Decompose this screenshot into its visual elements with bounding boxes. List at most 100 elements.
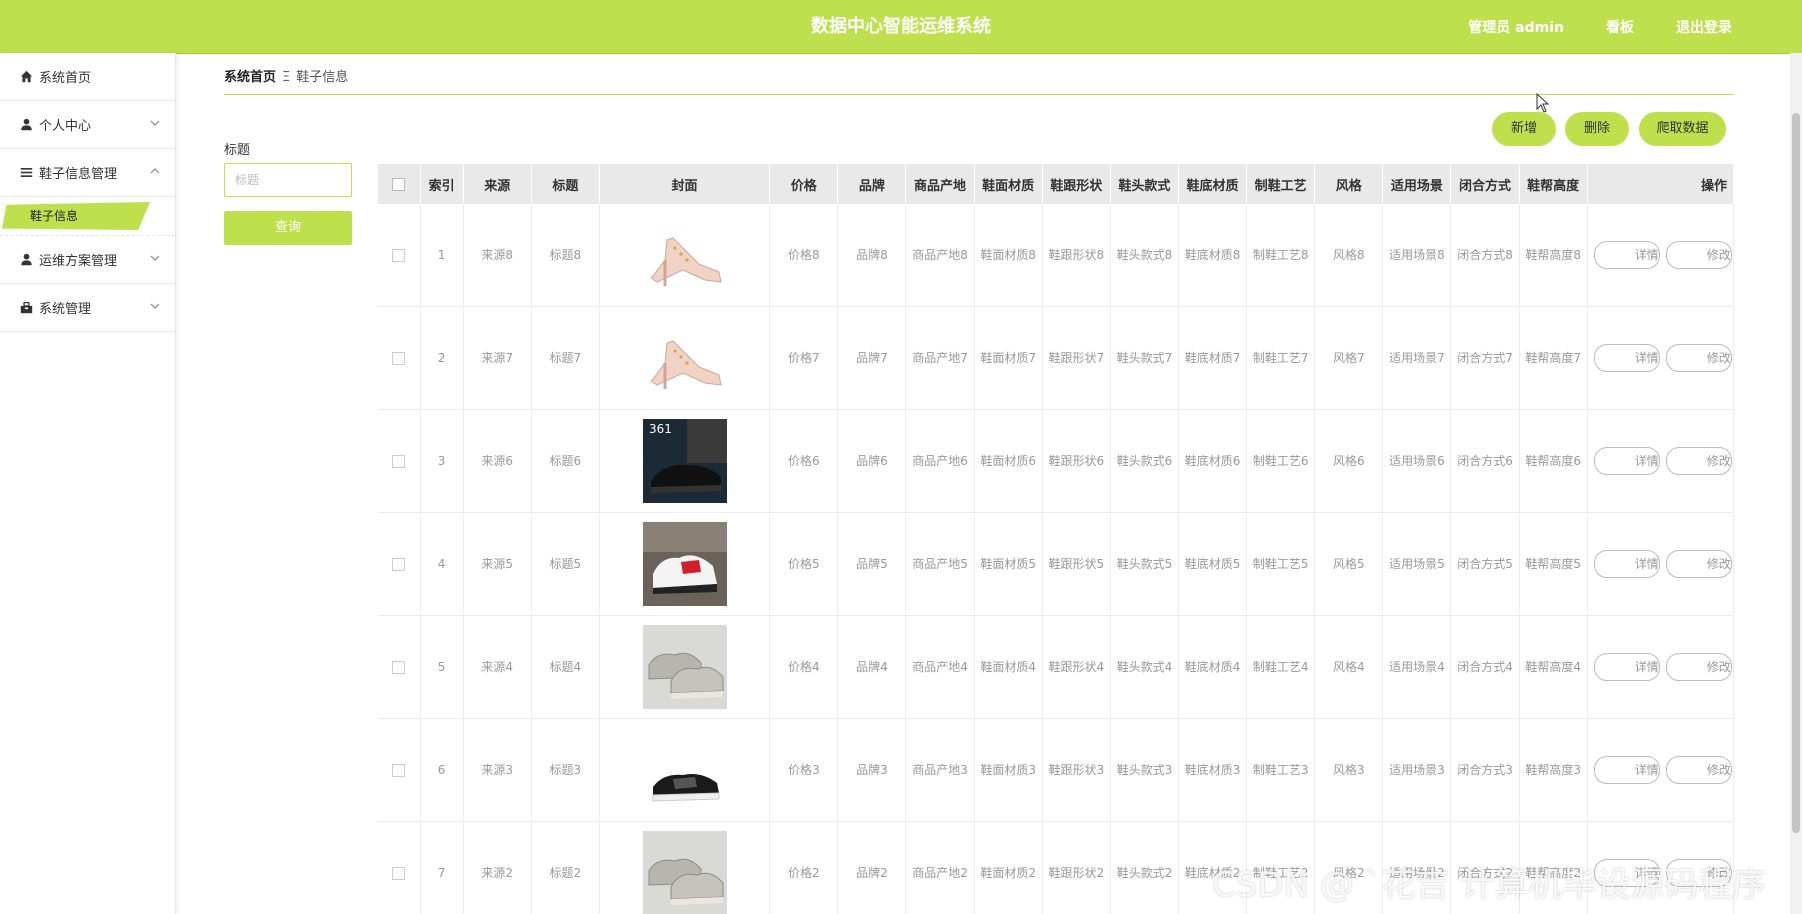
list-icon xyxy=(20,168,33,177)
cell-price: 价格6 xyxy=(769,409,839,513)
cell-origin: 商品产地8 xyxy=(905,204,975,307)
sidebar-item-personal[interactable]: 个人中心 xyxy=(0,101,175,149)
cell-toe: 鞋头款式8 xyxy=(1110,204,1179,307)
edit-button[interactable]: 修改 xyxy=(1665,756,1732,784)
row-checkbox[interactable] xyxy=(392,661,406,674)
row-select-cell[interactable] xyxy=(378,615,421,719)
table-row: 5 来源4 标题4 价格4 品牌4 商品产地4 鞋面材质4 鞋跟形状4 鞋头款式4 鞋底材质4 制鞋… xyxy=(378,615,1734,719)
sidebar-item-system[interactable]: 系统管理 xyxy=(0,284,175,332)
cell-brand: 品牌2 xyxy=(837,821,907,914)
edit-button[interactable]: 修改 xyxy=(1665,447,1732,475)
select-all-checkbox[interactable] xyxy=(392,177,406,191)
cell-upper: 鞋面材质5 xyxy=(974,512,1043,616)
title-search-input[interactable] xyxy=(224,163,352,197)
detail-button[interactable]: 详情 xyxy=(1593,756,1660,784)
shoe-table: 索引 来源 标题 封面 价格 品牌 商品产地 鞋面材质 鞋跟形状 鞋头款式 鞋底… xyxy=(378,164,1734,914)
cell-brand: 品牌7 xyxy=(837,306,907,410)
cell-closure: 闭合方式8 xyxy=(1450,204,1520,307)
crawl-data-button[interactable]: 爬取数据 xyxy=(1639,112,1726,146)
sidebar-item-shoe-management[interactable]: 鞋子信息管理 xyxy=(0,149,175,197)
scrollbar-thumb[interactable] xyxy=(1792,113,1800,833)
page-scrollbar[interactable] xyxy=(1790,53,1802,914)
cell-source: 来源2 xyxy=(463,821,532,914)
detail-button[interactable]: 详情 xyxy=(1593,241,1660,269)
cell-closure: 闭合方式4 xyxy=(1450,615,1520,719)
board-link[interactable]: 看板 xyxy=(1606,17,1634,37)
shoe-cover-image xyxy=(600,220,769,290)
cell-title: 标题5 xyxy=(531,512,600,616)
cover-image-cell xyxy=(599,512,771,616)
cell-heel: 鞋跟形状8 xyxy=(1042,204,1111,307)
sidebar-item-home[interactable]: 系统首页 xyxy=(0,53,175,101)
detail-button[interactable]: 详情 xyxy=(1593,653,1660,681)
row-select-cell[interactable] xyxy=(378,718,421,822)
row-select-cell[interactable] xyxy=(378,306,421,410)
detail-button[interactable]: 详情 xyxy=(1593,447,1660,475)
cell-style: 风格4 xyxy=(1314,615,1384,719)
cell-toe: 鞋头款式6 xyxy=(1110,409,1179,513)
row-select-cell[interactable] xyxy=(378,204,421,307)
row-select-cell[interactable] xyxy=(378,409,421,513)
cover-image-cell xyxy=(599,306,771,410)
sidebar-item-ops-plan[interactable]: 运维方案管理 xyxy=(0,236,175,284)
column-header: 制鞋工艺 xyxy=(1246,164,1316,204)
cell-closure: 闭合方式3 xyxy=(1450,718,1520,822)
cell-source: 来源7 xyxy=(463,306,532,410)
sidebar-item-label: 系统首页 xyxy=(39,71,92,86)
edit-button[interactable]: 修改 xyxy=(1665,550,1732,578)
row-checkbox[interactable] xyxy=(392,455,406,468)
row-operations-cell: 详情 修改 xyxy=(1587,512,1734,616)
chevron-down-icon xyxy=(150,120,160,126)
sidebar-subitem-shoe-info[interactable]: 鞋子信息 xyxy=(0,197,175,236)
cell-heel: 鞋跟形状4 xyxy=(1042,615,1111,719)
cell-source: 来源4 xyxy=(463,615,532,719)
table-row: 4 来源5 标题5 价格5 品牌5 商品产地5 鞋面材质5 鞋跟形状5 鞋头款式5 鞋底材质5 制鞋… xyxy=(378,512,1734,616)
column-header: 索引 xyxy=(420,164,464,204)
edit-button[interactable]: 修改 xyxy=(1665,344,1732,372)
cell-source: 来源5 xyxy=(463,512,532,616)
top-bar: 数据中心智能运维系统 管理员 admin 看板 退出登录 xyxy=(0,0,1802,54)
table-row: 3 来源6 标题6 361 价格6 品牌6 商品产地6 鞋面材质6 鞋跟形状6 鞋头款式6 鞋底材质… xyxy=(378,409,1734,513)
row-checkbox[interactable] xyxy=(392,352,406,365)
chevron-up-icon xyxy=(150,168,160,174)
cell-origin: 商品产地5 xyxy=(905,512,975,616)
cell-toe: 鞋头款式5 xyxy=(1110,512,1179,616)
edit-button[interactable]: 修改 xyxy=(1665,241,1732,269)
breadcrumb-home[interactable]: 系统首页 xyxy=(224,70,276,85)
cell-upper: 鞋面材质7 xyxy=(974,306,1043,410)
cover-image-cell xyxy=(599,718,771,822)
detail-button[interactable]: 详情 xyxy=(1593,550,1660,578)
row-operations-cell: 详情 修改 xyxy=(1587,306,1734,410)
edit-button[interactable]: 修改 xyxy=(1665,653,1732,681)
delete-button[interactable]: 删除 xyxy=(1565,112,1629,146)
sidebar: 系统首页 个人中心 鞋子信息管理 鞋子信息 运维方案管理 系统管理 xyxy=(0,53,176,914)
cell-idx: 1 xyxy=(420,204,464,307)
cover-image-cell xyxy=(599,615,771,719)
cell-closure: 闭合方式5 xyxy=(1450,512,1520,616)
logout-link[interactable]: 退出登录 xyxy=(1676,17,1732,37)
row-checkbox[interactable] xyxy=(392,558,406,571)
cell-price: 价格4 xyxy=(769,615,839,719)
select-all-cell[interactable] xyxy=(378,164,421,204)
cell-source: 来源3 xyxy=(463,718,532,822)
cell-style: 风格7 xyxy=(1314,306,1384,410)
row-checkbox[interactable] xyxy=(392,249,406,262)
column-header: 鞋跟形状 xyxy=(1042,164,1111,204)
user-label[interactable]: 管理员 admin xyxy=(1468,17,1564,37)
chevron-down-icon xyxy=(150,255,160,261)
detail-button[interactable]: 详情 xyxy=(1593,344,1660,372)
cell-craft: 制鞋工艺5 xyxy=(1246,512,1316,616)
row-select-cell[interactable] xyxy=(378,821,421,914)
table-row: 2 来源7 标题7 价格7 品牌7 商品产地7 鞋面材质7 鞋跟形状7 鞋头款式7 鞋底材质7 制鞋… xyxy=(378,306,1734,410)
query-button[interactable]: 查询 xyxy=(224,211,352,245)
cell-toe: 鞋头款式4 xyxy=(1110,615,1179,719)
cell-heel: 鞋跟形状6 xyxy=(1042,409,1111,513)
cell-sole: 鞋底材质3 xyxy=(1178,718,1248,822)
row-checkbox[interactable] xyxy=(392,867,406,880)
mouse-cursor-icon xyxy=(1536,93,1550,113)
add-button[interactable]: 新增 xyxy=(1492,112,1556,146)
row-select-cell[interactable] xyxy=(378,512,421,616)
cell-upper: 鞋面材质8 xyxy=(974,204,1043,307)
row-checkbox[interactable] xyxy=(392,764,406,777)
cell-style: 风格8 xyxy=(1314,204,1384,307)
